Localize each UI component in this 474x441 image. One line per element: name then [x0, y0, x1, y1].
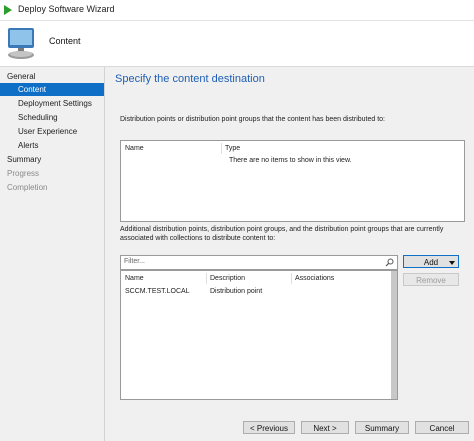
column-separator: [291, 273, 292, 284]
search-icon[interactable]: [385, 258, 394, 267]
column-header-associations[interactable]: Associations: [295, 273, 334, 284]
summary-button[interactable]: Summary: [355, 421, 409, 434]
list-scrollbar[interactable]: [391, 271, 397, 399]
wizard-header: Content: [0, 21, 474, 67]
add-button-label: Add: [423, 258, 439, 267]
distributed-description: Distribution points or distribution poin…: [120, 116, 385, 123]
filter-placeholder: Filter...: [124, 258, 146, 265]
sidebar-item-general[interactable]: General: [0, 70, 104, 83]
computer-icon: [8, 28, 34, 59]
sidebar-item-progress: Progress: [7, 169, 40, 178]
sidebar-item-summary[interactable]: Summary: [0, 153, 104, 166]
sidebar-item-alerts[interactable]: Alerts: [0, 139, 104, 152]
window-title: Deploy Software Wizard: [18, 4, 115, 14]
chevron-down-icon: [449, 261, 455, 265]
app-arrow-icon: [4, 5, 12, 15]
empty-list-message: There are no items to show in this view.: [229, 157, 352, 164]
add-button[interactable]: Add: [403, 255, 459, 268]
window-titlebar: Deploy Software Wizard: [0, 0, 474, 21]
page-heading: Specify the content destination: [115, 73, 265, 85]
next-button[interactable]: Next >: [301, 421, 349, 434]
column-separator: [206, 273, 207, 284]
wizard-sidebar: General Content Deployment Settings Sche…: [0, 67, 105, 441]
filter-input[interactable]: Filter...: [120, 255, 398, 270]
sidebar-item-completion: Completion: [7, 183, 48, 192]
sidebar-item-user-experience[interactable]: User Experience: [0, 125, 104, 138]
wizard-content: Specify the content destination Distribu…: [105, 67, 474, 441]
remove-button: Remove: [403, 273, 459, 286]
sidebar-item-content[interactable]: Content: [0, 83, 104, 96]
sidebar-item-scheduling[interactable]: Scheduling: [0, 111, 104, 124]
cancel-button[interactable]: Cancel: [415, 421, 469, 434]
sidebar-item-deployment-settings[interactable]: Deployment Settings: [0, 97, 104, 110]
header-title: Content: [49, 36, 81, 46]
additional-list[interactable]: Name Description Associations SCCM.TEST.…: [120, 270, 398, 400]
row-name-cell[interactable]: SCCM.TEST.LOCAL: [125, 288, 190, 295]
previous-button[interactable]: < Previous: [243, 421, 295, 434]
column-header-name[interactable]: Name: [125, 273, 144, 284]
row-description-cell[interactable]: Distribution point: [210, 288, 262, 295]
column-header-name[interactable]: Name: [125, 143, 144, 154]
distributed-list[interactable]: Name Type There are no items to show in …: [120, 140, 465, 222]
column-header-type[interactable]: Type: [225, 143, 240, 154]
column-separator: [221, 143, 222, 154]
column-header-description[interactable]: Description: [210, 273, 245, 284]
additional-description-line2: associated with collections to distribut…: [120, 235, 276, 242]
